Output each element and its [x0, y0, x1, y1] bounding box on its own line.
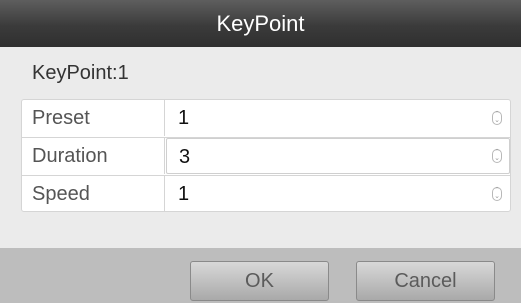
dialog-title: KeyPoint [0, 0, 521, 47]
preset-row: Preset 1 ⌃ ⌄ [22, 100, 510, 137]
speed-input[interactable]: 1 [166, 176, 510, 212]
keypoint-form: Preset 1 ⌃ ⌄ Duration 3 ⌃ ⌄ Speed 1 ⌃ ⌄ [21, 99, 511, 212]
ok-button[interactable]: OK [190, 261, 329, 301]
speed-row: Speed 1 ⌃ ⌄ [22, 176, 510, 213]
preset-label: Preset [22, 100, 165, 136]
duration-input[interactable]: 3 [166, 138, 510, 174]
preset-spinner-icon[interactable]: ⌃ ⌄ [492, 111, 502, 125]
keypoint-dialog: KeyPoint KeyPoint:1 Preset 1 ⌃ ⌄ Duration… [0, 0, 521, 303]
speed-spinner-icon[interactable]: ⌃ ⌄ [492, 187, 502, 201]
duration-row: Duration 3 ⌃ ⌄ [22, 138, 510, 175]
keypoint-subtitle: KeyPoint:1 [32, 62, 129, 84]
speed-label: Speed [22, 176, 165, 212]
duration-spinner-icon[interactable]: ⌃ ⌄ [492, 149, 502, 163]
dialog-button-bar: OK Cancel [0, 248, 521, 303]
duration-label: Duration [22, 138, 165, 174]
preset-input[interactable]: 1 [166, 100, 510, 136]
cancel-button[interactable]: Cancel [356, 261, 495, 301]
